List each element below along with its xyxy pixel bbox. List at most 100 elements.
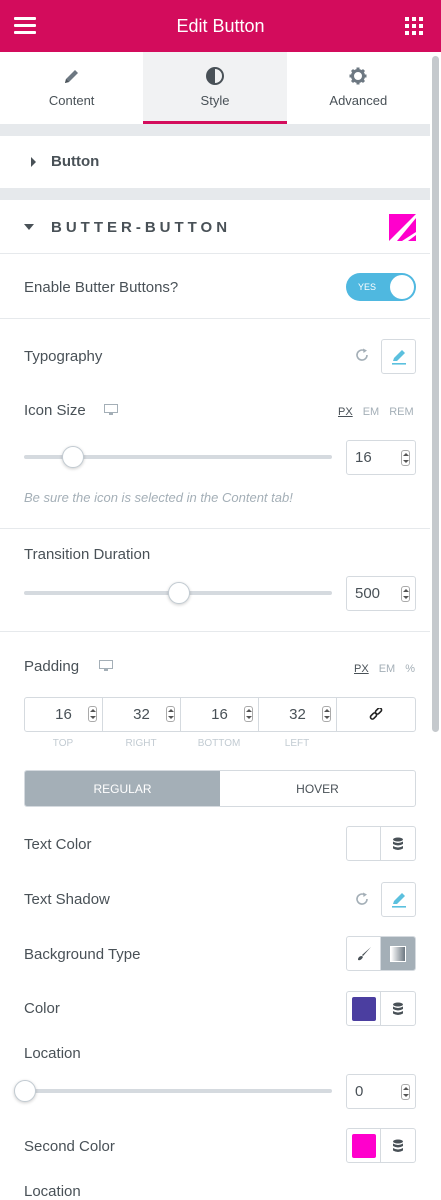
spinner-icon[interactable] bbox=[322, 706, 331, 722]
typography-label: Typography bbox=[24, 348, 103, 365]
padding-bottom-input[interactable]: 16 bbox=[181, 698, 259, 731]
gradient-icon bbox=[390, 945, 406, 962]
second-color-label: Second Color bbox=[24, 1138, 115, 1155]
caret-right-icon bbox=[31, 157, 36, 167]
link-icon bbox=[369, 707, 383, 720]
icon-size-note: Be sure the icon is selected in the Cont… bbox=[24, 490, 293, 505]
spinner-icon[interactable] bbox=[244, 706, 253, 722]
transition-duration-value: 500 bbox=[355, 585, 381, 602]
bg-gradient-option[interactable] bbox=[381, 937, 415, 970]
section-button-header[interactable]: Button bbox=[0, 136, 430, 188]
spinner-icon[interactable] bbox=[401, 450, 410, 466]
link-values-button[interactable] bbox=[337, 698, 415, 731]
tab-content[interactable]: Content bbox=[0, 52, 143, 124]
state-tabs: REGULAR HOVER bbox=[24, 770, 416, 807]
icon-size-label: Icon Size bbox=[24, 402, 86, 419]
background-type-choices bbox=[346, 936, 416, 971]
toggle-yes-text: YES bbox=[358, 282, 377, 292]
padding-left-input[interactable]: 32 bbox=[259, 698, 337, 731]
unit-em[interactable]: EM bbox=[363, 406, 380, 418]
paint-brush-icon bbox=[357, 946, 371, 960]
desktop-icon[interactable] bbox=[99, 660, 113, 672]
padding-top-value: 16 bbox=[55, 706, 72, 723]
padding-label: Padding bbox=[24, 658, 80, 675]
background-type-label: Background Type bbox=[24, 946, 141, 963]
text-color-swatch[interactable] bbox=[347, 827, 381, 860]
location-input[interactable]: 0 bbox=[346, 1074, 416, 1109]
spinner-icon[interactable] bbox=[166, 706, 175, 722]
divider bbox=[0, 631, 430, 632]
unit-em[interactable]: EM bbox=[379, 663, 396, 675]
enable-butter-toggle[interactable]: YES bbox=[346, 273, 416, 301]
pencil-edit-icon bbox=[391, 349, 406, 365]
color-swatch-fill bbox=[351, 996, 376, 1021]
database-icon bbox=[393, 1139, 403, 1152]
reset-icon[interactable] bbox=[355, 348, 369, 362]
tab-advanced[interactable]: Advanced bbox=[287, 52, 430, 124]
tab-hover[interactable]: HOVER bbox=[220, 771, 415, 806]
text-shadow-label: Text Shadow bbox=[24, 891, 110, 908]
database-icon bbox=[393, 837, 403, 850]
database-icon bbox=[393, 1002, 403, 1015]
scrollbar-thumb[interactable] bbox=[432, 56, 439, 732]
text-shadow-edit-button[interactable] bbox=[381, 882, 416, 917]
tab-style[interactable]: Style bbox=[143, 52, 287, 124]
typography-edit-button[interactable] bbox=[381, 339, 416, 374]
text-color-picker[interactable] bbox=[346, 826, 416, 861]
bg-classic-option[interactable] bbox=[347, 937, 381, 970]
pencil-icon bbox=[63, 65, 81, 87]
location-slider-handle[interactable] bbox=[14, 1080, 36, 1102]
padding-dimensions: 16 32 16 32 bbox=[24, 697, 416, 732]
transition-slider-handle[interactable] bbox=[168, 582, 190, 604]
section-button-title: Button bbox=[51, 153, 100, 170]
spinner-icon[interactable] bbox=[88, 706, 97, 722]
second-color-swatch[interactable] bbox=[347, 1129, 381, 1162]
second-color-swatch-fill bbox=[351, 1133, 376, 1158]
location-label: Location bbox=[24, 1045, 81, 1062]
pencil-edit-icon bbox=[391, 892, 406, 908]
reset-icon[interactable] bbox=[355, 892, 369, 906]
padding-top-label: TOP bbox=[52, 738, 74, 749]
panel-header: Edit Button bbox=[0, 0, 441, 52]
color-picker[interactable] bbox=[346, 991, 416, 1026]
transition-duration-label: Transition Duration bbox=[24, 546, 151, 563]
unit-px[interactable]: PX bbox=[338, 406, 353, 418]
tab-regular[interactable]: REGULAR bbox=[25, 771, 220, 806]
hamburger-menu-icon[interactable] bbox=[14, 17, 36, 35]
spinner-icon[interactable] bbox=[401, 586, 410, 602]
divider bbox=[0, 318, 430, 319]
tabs-divider bbox=[0, 124, 430, 136]
unit-px[interactable]: PX bbox=[354, 663, 369, 675]
icon-size-slider-handle[interactable] bbox=[62, 446, 84, 468]
padding-right-value: 32 bbox=[133, 706, 150, 723]
divider bbox=[0, 528, 430, 529]
color-swatch[interactable] bbox=[347, 992, 381, 1025]
padding-bottom-value: 16 bbox=[211, 706, 228, 723]
padding-right-input[interactable]: 32 bbox=[103, 698, 181, 731]
divider bbox=[0, 253, 430, 254]
unit-rem[interactable]: REM bbox=[389, 406, 413, 418]
section-butter-header[interactable]: BUTTER-BUTTON bbox=[0, 200, 430, 253]
padding-top-input[interactable]: 16 bbox=[25, 698, 103, 731]
toggle-knob bbox=[390, 275, 414, 299]
unit-percent[interactable]: % bbox=[405, 663, 415, 675]
location-slider-track[interactable] bbox=[24, 1089, 332, 1093]
transition-duration-input[interactable]: 500 bbox=[346, 576, 416, 611]
widgets-grid-icon[interactable] bbox=[405, 17, 423, 35]
contrast-icon bbox=[205, 65, 224, 87]
text-color-label: Text Color bbox=[24, 836, 92, 853]
icon-size-input[interactable]: 16 bbox=[346, 440, 416, 475]
tab-advanced-label: Advanced bbox=[329, 93, 388, 108]
icon-size-units: PX EM REM bbox=[328, 406, 414, 418]
global-colors-button[interactable] bbox=[381, 992, 415, 1025]
global-colors-button[interactable] bbox=[381, 827, 415, 860]
caret-down-icon bbox=[24, 224, 34, 230]
global-colors-button[interactable] bbox=[381, 1129, 415, 1162]
padding-bottom-label: BOTTOM bbox=[197, 738, 241, 749]
desktop-icon[interactable] bbox=[104, 404, 118, 416]
spinner-icon[interactable] bbox=[401, 1084, 410, 1100]
tab-content-label: Content bbox=[48, 93, 95, 108]
second-color-picker[interactable] bbox=[346, 1128, 416, 1163]
tab-style-label: Style bbox=[200, 93, 230, 108]
color-label: Color bbox=[24, 1000, 60, 1017]
